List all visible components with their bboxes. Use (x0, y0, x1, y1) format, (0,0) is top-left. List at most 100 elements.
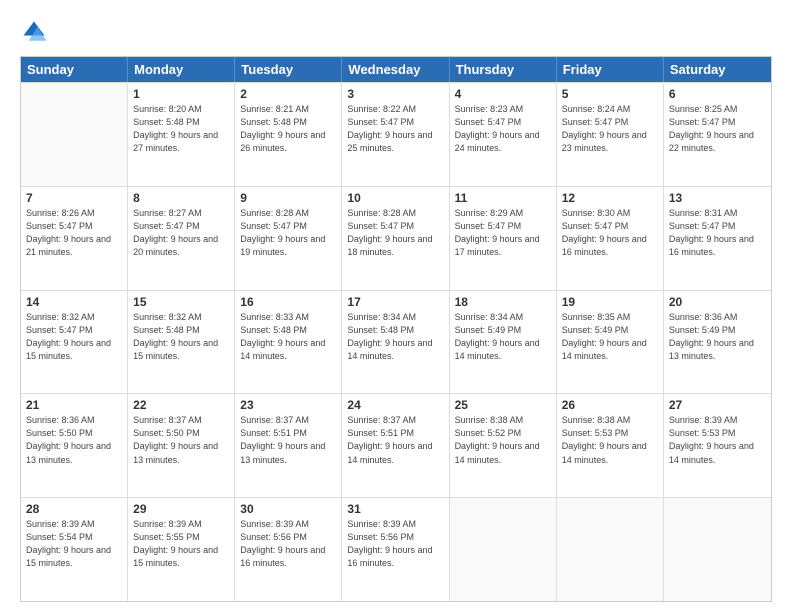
day-info: Sunrise: 8:38 AM Sunset: 5:52 PM Dayligh… (455, 414, 551, 466)
day-info: Sunrise: 8:32 AM Sunset: 5:47 PM Dayligh… (26, 311, 122, 363)
calendar-header-row: SundayMondayTuesdayWednesdayThursdayFrid… (21, 57, 771, 82)
calendar-day-13: 13 Sunrise: 8:31 AM Sunset: 5:47 PM Dayli… (664, 187, 771, 290)
day-number: 21 (26, 398, 122, 412)
calendar-day-24: 24 Sunrise: 8:37 AM Sunset: 5:51 PM Dayli… (342, 394, 449, 497)
day-info: Sunrise: 8:37 AM Sunset: 5:51 PM Dayligh… (347, 414, 443, 466)
calendar-empty-cell (450, 498, 557, 601)
calendar-day-14: 14Sunrise: 8:32 AM Sunset: 5:47 PM Dayli… (21, 291, 128, 394)
day-number: 15 (133, 295, 229, 309)
calendar-day-5: 5 Sunrise: 8:24 AM Sunset: 5:47 PM Daylig… (557, 83, 664, 186)
calendar-day-7: 7Sunrise: 8:26 AM Sunset: 5:47 PM Daylig… (21, 187, 128, 290)
day-info: Sunrise: 8:32 AM Sunset: 5:48 PM Dayligh… (133, 311, 229, 363)
calendar-day-27: 27 Sunrise: 8:39 AM Sunset: 5:53 PM Dayli… (664, 394, 771, 497)
calendar-day-26: 26 Sunrise: 8:38 AM Sunset: 5:53 PM Dayli… (557, 394, 664, 497)
day-number: 30 (240, 502, 336, 516)
calendar-day-6: 6 Sunrise: 8:25 AM Sunset: 5:47 PM Daylig… (664, 83, 771, 186)
day-info: Sunrise: 8:31 AM Sunset: 5:47 PM Dayligh… (669, 207, 766, 259)
header (20, 18, 772, 46)
day-number: 19 (562, 295, 658, 309)
day-info: Sunrise: 8:38 AM Sunset: 5:53 PM Dayligh… (562, 414, 658, 466)
calendar-week-3: 14Sunrise: 8:32 AM Sunset: 5:47 PM Dayli… (21, 290, 771, 394)
calendar-day-28: 28 Sunrise: 8:39 AM Sunset: 5:54 PM Dayli… (21, 498, 128, 601)
calendar-week-4: 21 Sunrise: 8:36 AM Sunset: 5:50 PM Dayli… (21, 393, 771, 497)
day-info: Sunrise: 8:37 AM Sunset: 5:50 PM Dayligh… (133, 414, 229, 466)
day-info: Sunrise: 8:29 AM Sunset: 5:47 PM Dayligh… (455, 207, 551, 259)
calendar-week-5: 28 Sunrise: 8:39 AM Sunset: 5:54 PM Dayli… (21, 497, 771, 601)
day-number: 31 (347, 502, 443, 516)
calendar-day-30: 30 Sunrise: 8:39 AM Sunset: 5:56 PM Dayli… (235, 498, 342, 601)
calendar-week-2: 7Sunrise: 8:26 AM Sunset: 5:47 PM Daylig… (21, 186, 771, 290)
logo-icon (20, 18, 48, 46)
day-info: Sunrise: 8:24 AM Sunset: 5:47 PM Dayligh… (562, 103, 658, 155)
calendar-day-18: 18Sunrise: 8:34 AM Sunset: 5:49 PM Dayli… (450, 291, 557, 394)
day-info: Sunrise: 8:39 AM Sunset: 5:56 PM Dayligh… (347, 518, 443, 570)
day-number: 3 (347, 87, 443, 101)
day-number: 17 (347, 295, 443, 309)
calendar-week-1: 1Sunrise: 8:20 AM Sunset: 5:48 PM Daylig… (21, 82, 771, 186)
day-info: Sunrise: 8:37 AM Sunset: 5:51 PM Dayligh… (240, 414, 336, 466)
day-number: 10 (347, 191, 443, 205)
day-number: 11 (455, 191, 551, 205)
calendar-empty-cell (21, 83, 128, 186)
day-number: 28 (26, 502, 122, 516)
day-number: 25 (455, 398, 551, 412)
calendar-day-29: 29 Sunrise: 8:39 AM Sunset: 5:55 PM Dayli… (128, 498, 235, 601)
calendar-day-22: 22 Sunrise: 8:37 AM Sunset: 5:50 PM Dayli… (128, 394, 235, 497)
calendar-day-23: 23Sunrise: 8:37 AM Sunset: 5:51 PM Dayli… (235, 394, 342, 497)
calendar-day-12: 12 Sunrise: 8:30 AM Sunset: 5:47 PM Dayli… (557, 187, 664, 290)
day-number: 7 (26, 191, 122, 205)
day-number: 8 (133, 191, 229, 205)
day-header-friday: Friday (557, 57, 664, 82)
day-info: Sunrise: 8:36 AM Sunset: 5:50 PM Dayligh… (26, 414, 122, 466)
day-info: Sunrise: 8:39 AM Sunset: 5:55 PM Dayligh… (133, 518, 229, 570)
day-number: 16 (240, 295, 336, 309)
calendar-day-21: 21 Sunrise: 8:36 AM Sunset: 5:50 PM Dayli… (21, 394, 128, 497)
day-info: Sunrise: 8:33 AM Sunset: 5:48 PM Dayligh… (240, 311, 336, 363)
day-info: Sunrise: 8:23 AM Sunset: 5:47 PM Dayligh… (455, 103, 551, 155)
day-info: Sunrise: 8:39 AM Sunset: 5:53 PM Dayligh… (669, 414, 766, 466)
day-info: Sunrise: 8:21 AM Sunset: 5:48 PM Dayligh… (240, 103, 336, 155)
day-info: Sunrise: 8:20 AM Sunset: 5:48 PM Dayligh… (133, 103, 229, 155)
day-info: Sunrise: 8:39 AM Sunset: 5:54 PM Dayligh… (26, 518, 122, 570)
calendar-day-2: 2Sunrise: 8:21 AM Sunset: 5:48 PM Daylig… (235, 83, 342, 186)
day-header-monday: Monday (128, 57, 235, 82)
logo (20, 18, 52, 46)
day-number: 6 (669, 87, 766, 101)
day-info: Sunrise: 8:30 AM Sunset: 5:47 PM Dayligh… (562, 207, 658, 259)
day-number: 18 (455, 295, 551, 309)
day-number: 12 (562, 191, 658, 205)
calendar-day-20: 20Sunrise: 8:36 AM Sunset: 5:49 PM Dayli… (664, 291, 771, 394)
calendar-day-8: 8 Sunrise: 8:27 AM Sunset: 5:47 PM Daylig… (128, 187, 235, 290)
day-info: Sunrise: 8:34 AM Sunset: 5:48 PM Dayligh… (347, 311, 443, 363)
day-header-thursday: Thursday (450, 57, 557, 82)
calendar-day-19: 19 Sunrise: 8:35 AM Sunset: 5:49 PM Dayli… (557, 291, 664, 394)
calendar-day-11: 11 Sunrise: 8:29 AM Sunset: 5:47 PM Dayli… (450, 187, 557, 290)
calendar-day-9: 9Sunrise: 8:28 AM Sunset: 5:47 PM Daylig… (235, 187, 342, 290)
calendar-day-10: 10 Sunrise: 8:28 AM Sunset: 5:47 PM Dayli… (342, 187, 449, 290)
day-number: 24 (347, 398, 443, 412)
day-number: 5 (562, 87, 658, 101)
day-info: Sunrise: 8:28 AM Sunset: 5:47 PM Dayligh… (347, 207, 443, 259)
day-number: 29 (133, 502, 229, 516)
day-info: Sunrise: 8:27 AM Sunset: 5:47 PM Dayligh… (133, 207, 229, 259)
calendar-day-15: 15 Sunrise: 8:32 AM Sunset: 5:48 PM Dayli… (128, 291, 235, 394)
day-number: 27 (669, 398, 766, 412)
day-info: Sunrise: 8:25 AM Sunset: 5:47 PM Dayligh… (669, 103, 766, 155)
calendar-empty-cell (664, 498, 771, 601)
calendar-day-31: 31 Sunrise: 8:39 AM Sunset: 5:56 PM Dayli… (342, 498, 449, 601)
day-number: 26 (562, 398, 658, 412)
calendar-day-25: 25 Sunrise: 8:38 AM Sunset: 5:52 PM Dayli… (450, 394, 557, 497)
calendar-day-4: 4 Sunrise: 8:23 AM Sunset: 5:47 PM Daylig… (450, 83, 557, 186)
calendar-day-1: 1Sunrise: 8:20 AM Sunset: 5:48 PM Daylig… (128, 83, 235, 186)
day-info: Sunrise: 8:39 AM Sunset: 5:56 PM Dayligh… (240, 518, 336, 570)
day-number: 13 (669, 191, 766, 205)
day-header-wednesday: Wednesday (342, 57, 449, 82)
day-info: Sunrise: 8:22 AM Sunset: 5:47 PM Dayligh… (347, 103, 443, 155)
day-number: 4 (455, 87, 551, 101)
day-info: Sunrise: 8:35 AM Sunset: 5:49 PM Dayligh… (562, 311, 658, 363)
calendar-day-17: 17 Sunrise: 8:34 AM Sunset: 5:48 PM Dayli… (342, 291, 449, 394)
calendar-day-3: 3 Sunrise: 8:22 AM Sunset: 5:47 PM Daylig… (342, 83, 449, 186)
day-header-sunday: Sunday (21, 57, 128, 82)
day-number: 22 (133, 398, 229, 412)
calendar-empty-cell (557, 498, 664, 601)
